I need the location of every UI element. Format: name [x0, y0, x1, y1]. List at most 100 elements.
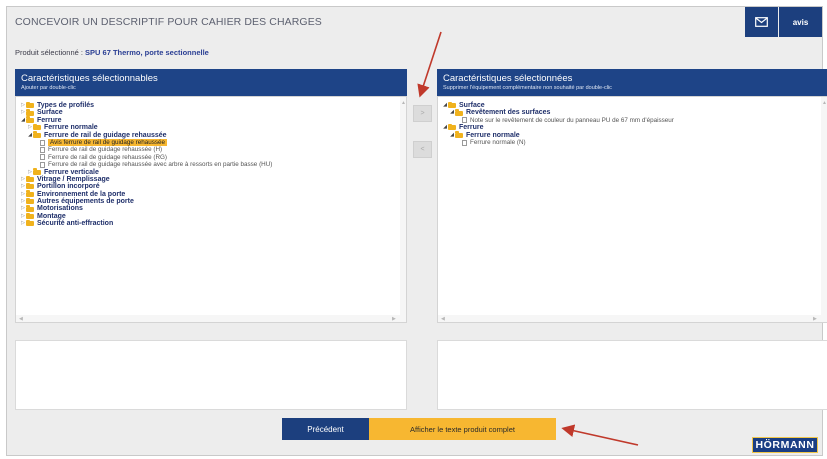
tree-folder-node[interactable]: ◢ Ferrure: [442, 123, 674, 132]
hormann-logo: HÖRMANN: [752, 437, 818, 453]
tree-folder-node[interactable]: ▷ Autres équipements de porte: [20, 197, 272, 206]
show-full-text-button[interactable]: Afficher le texte produit complet: [369, 418, 556, 440]
left-panel-header: Caractéristiques sélectionnables Ajouter…: [15, 69, 407, 96]
folder-icon: [26, 116, 34, 123]
tree-folder-node[interactable]: ▷ Motorisations: [20, 205, 272, 212]
left-preview-box: [15, 340, 407, 410]
folder-icon: [26, 109, 34, 116]
selected-product-value: SPU 67 Thermo, porte sectionnelle: [85, 48, 209, 57]
folder-icon: [26, 190, 34, 197]
document-icon: [40, 139, 45, 146]
tree-folder-node[interactable]: ▷ Surface: [20, 109, 272, 116]
tree-node-label: Note sur le revêtement de couleur du pan…: [470, 116, 674, 124]
envelope-icon: [755, 17, 768, 27]
selected-product: Produit sélectionné : SPU 67 Thermo, por…: [15, 48, 209, 57]
right-panel-subtitle: Supprimer l'équipement complémentaire no…: [443, 85, 612, 91]
tree-folder-node[interactable]: ◢ Ferrure de rail de guidage rehaussée: [20, 131, 272, 139]
tree-folder-node[interactable]: ▷ Vitrage / Remplissage: [20, 175, 272, 183]
tree-folder-node[interactable]: ▷ Sécurité anti-effraction: [20, 219, 272, 228]
scroll-left-icon[interactable]: ◀: [19, 316, 23, 322]
tree-node-label: Ferrure: [37, 116, 62, 124]
right-panel-header: Caractéristiques sélectionnées Supprimer…: [437, 69, 827, 96]
tree-node-label: Ferrure de rail de guidage rehaussée ave…: [48, 161, 273, 169]
tree-node-label: Environnement de la porte: [37, 190, 126, 198]
left-panel-subtitle: Ajouter par double-clic: [21, 85, 76, 91]
tree-node-label: Ferrure verticale: [44, 168, 99, 176]
tree-leaf-node[interactable]: Ferrure de rail de guidage rehaussée ave…: [20, 161, 272, 168]
tree-node-label: Autres équipements de porte: [37, 198, 134, 206]
tree-node-label: Sécurité anti-effraction: [37, 220, 114, 228]
selected-product-label: Produit sélectionné :: [15, 48, 86, 57]
tree-folder-node[interactable]: ◢ Surface: [442, 101, 674, 109]
tree-folder-node[interactable]: ▷ Montage: [20, 212, 272, 220]
tree-node-label: Portillon incorporé: [37, 183, 100, 191]
page-title: CONCEVOIR UN DESCRIPTIF POUR CAHIER DES …: [15, 16, 322, 28]
tree-folder-node[interactable]: ▷ Ferrure normale: [20, 123, 272, 132]
document-icon: [40, 161, 45, 168]
tree-node-label: Montage: [37, 212, 66, 220]
scroll-up-icon[interactable]: ▲: [401, 100, 406, 106]
left-horizontal-scrollbar[interactable]: ◀ ▶: [16, 315, 406, 322]
scroll-up-icon[interactable]: ▲: [822, 100, 827, 106]
tree-node-label: Ferrure normale: [466, 131, 520, 139]
app-window: CONCEVOIR UN DESCRIPTIF POUR CAHIER DES …: [6, 6, 827, 456]
add-button[interactable]: >: [413, 105, 432, 122]
tree-folder-node[interactable]: ▷ Ferrure verticale: [20, 168, 272, 176]
document-icon: [40, 154, 45, 161]
previous-button[interactable]: Précédent: [282, 418, 369, 440]
folder-icon: [455, 109, 463, 116]
scroll-left-icon[interactable]: ◀: [441, 316, 445, 322]
folder-icon: [448, 123, 456, 131]
tree-node-label: Ferrure normale: [44, 124, 98, 132]
tree-node-label: Surface: [459, 102, 485, 109]
folder-icon: [448, 101, 456, 109]
folder-icon: [26, 182, 34, 190]
folder-icon: [26, 197, 34, 205]
folder-icon: [33, 168, 41, 175]
tree-node-label: Ferrure de rail de guidage rehaussée: [44, 131, 167, 139]
tree-folder-node[interactable]: ◢ Revêtement des surfaces: [442, 109, 674, 116]
scroll-right-icon[interactable]: ▶: [813, 316, 817, 322]
left-panel-title: Caractéristiques sélectionnables: [21, 73, 158, 84]
mail-button[interactable]: [745, 7, 778, 37]
tree-leaf-node[interactable]: Ferrure normale (N): [442, 139, 674, 146]
scroll-right-icon[interactable]: ▶: [392, 316, 396, 322]
tree-node-label: Revêtement des surfaces: [466, 109, 551, 117]
tree-node-label: Motorisations: [37, 205, 83, 213]
tree-folder-node[interactable]: ◢ Ferrure normale: [442, 131, 674, 139]
folder-icon: [26, 212, 34, 220]
tree-node-label: Types de profilés: [37, 102, 95, 109]
tree-node-label: Ferrure: [459, 124, 484, 132]
right-horizontal-scrollbar[interactable]: ◀ ▶: [438, 315, 827, 322]
tree-node-label: Surface: [37, 109, 63, 117]
tree-node-label: Ferrure de rail de guidage rehaussée (RG…: [48, 153, 168, 161]
avis-button[interactable]: avis: [779, 7, 822, 37]
remove-button[interactable]: <: [413, 141, 432, 158]
tree-leaf-node[interactable]: Ferrure de rail de guidage rehaussée (RG…: [20, 154, 272, 161]
tree-node-label: Ferrure normale (N): [470, 138, 526, 146]
document-icon: [40, 147, 45, 154]
right-tree: ◢ Surface ◢ Revêtement des surfaces Note sur…: [442, 101, 674, 146]
folder-icon: [33, 131, 41, 138]
document-icon: [462, 139, 467, 146]
tree-folder-node[interactable]: ▷ Environnement de la porte: [20, 190, 272, 198]
tree-leaf-node[interactable]: Avis ferrure de rail de guidage rehaussé…: [20, 138, 272, 147]
tree-folder-node[interactable]: ▷ Types de profilés: [20, 101, 272, 109]
tree-leaf-node[interactable]: Ferrure de rail de guidage rehaussée (H): [20, 146, 272, 153]
folder-icon: [26, 219, 34, 227]
folder-icon: [26, 175, 34, 183]
right-tree-panel[interactable]: ◢ Surface ◢ Revêtement des surfaces Note sur…: [437, 96, 827, 323]
right-panel-title: Caractéristiques sélectionnées: [443, 73, 573, 84]
left-tree-panel[interactable]: ▷ Types de profilés ▷ Surface ◢ Ferrure ▷ Ferru…: [15, 96, 407, 323]
tree-folder-node[interactable]: ◢ Ferrure: [20, 116, 272, 124]
left-tree: ▷ Types de profilés ▷ Surface ◢ Ferrure ▷ Ferru…: [20, 101, 272, 228]
tree-node-label: Ferrure de rail de guidage rehaussée (H): [48, 146, 163, 154]
left-vertical-scrollbar[interactable]: ▲: [400, 97, 406, 315]
right-vertical-scrollbar[interactable]: ▲: [821, 97, 827, 315]
document-icon: [462, 117, 467, 124]
top-bar: CONCEVOIR UN DESCRIPTIF POUR CAHIER DES …: [7, 7, 822, 37]
folder-icon: [33, 123, 41, 131]
tree-folder-node[interactable]: ▷ Portillon incorporé: [20, 182, 272, 191]
tree-leaf-node[interactable]: Note sur le revêtement de couleur du pan…: [442, 117, 674, 124]
right-preview-box: [437, 340, 827, 410]
